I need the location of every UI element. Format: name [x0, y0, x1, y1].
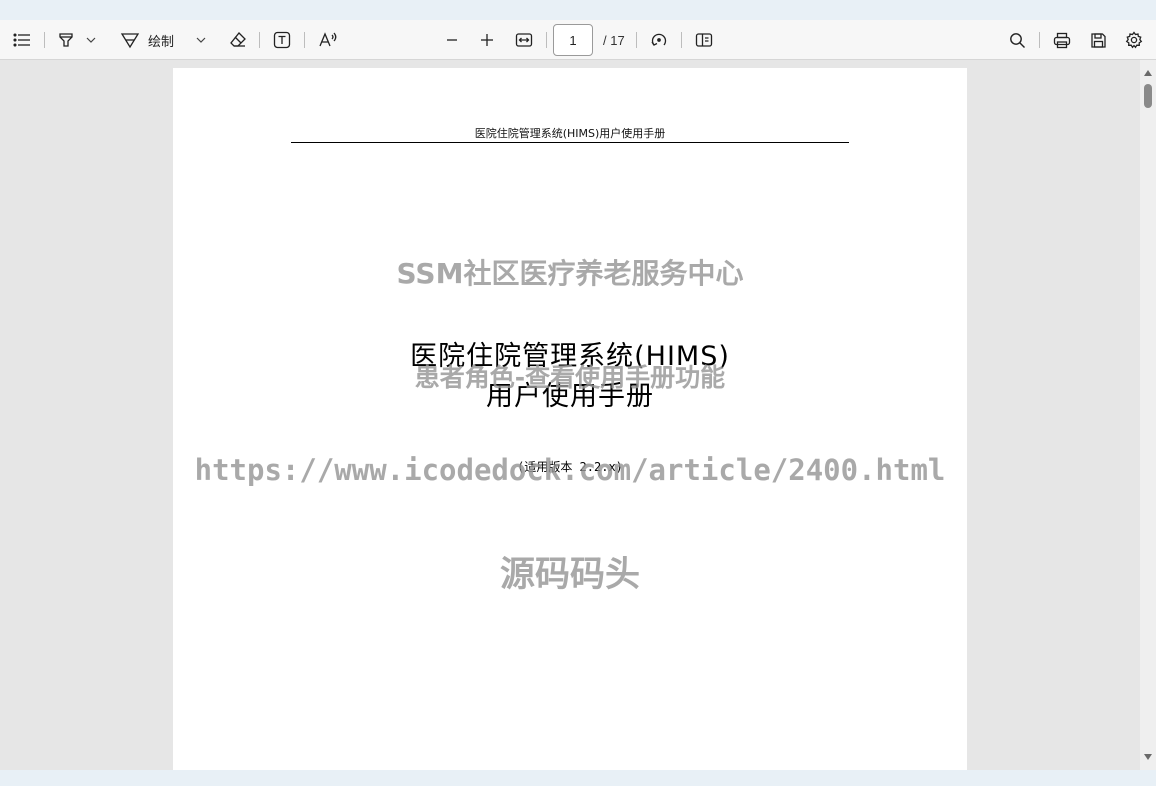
- running-header: 医院住院管理系统(HIMS)用户使用手册: [474, 127, 666, 140]
- contents-button[interactable]: [10, 26, 34, 54]
- scroll-thumb[interactable]: [1144, 84, 1152, 108]
- text-box-icon: [273, 31, 291, 49]
- printer-icon: [1053, 32, 1071, 49]
- page-total-label: / 17: [603, 33, 625, 48]
- highlight-options-dropdown[interactable]: [82, 26, 100, 54]
- header-rule: [291, 142, 849, 143]
- highlighter-icon: [57, 31, 75, 49]
- watermark-line: 源码码头: [499, 555, 640, 595]
- toolbar-separator: [259, 32, 260, 48]
- eraser-icon: [229, 31, 247, 49]
- toolbar-separator: [1039, 32, 1040, 48]
- minus-icon: [445, 33, 459, 47]
- chevron-down-icon: [86, 37, 96, 43]
- toolbar-separator: [304, 32, 305, 48]
- page-view-button[interactable]: [692, 26, 716, 54]
- read-aloud-button[interactable]: [316, 26, 340, 54]
- toolbar-separator: [546, 32, 547, 48]
- plus-icon: [480, 33, 494, 47]
- rotate-button[interactable]: [647, 26, 671, 54]
- draw-options-dropdown[interactable]: [192, 26, 210, 54]
- pdf-toolbar: 绘制 1 / 17: [0, 20, 1156, 60]
- draw-label: 绘制: [148, 34, 175, 50]
- scroll-up-arrow-icon[interactable]: [1144, 70, 1152, 76]
- print-button[interactable]: [1050, 26, 1074, 54]
- toolbar-separator: [44, 32, 45, 48]
- list-icon: [13, 33, 31, 47]
- toolbar-separator: [636, 32, 637, 48]
- watermark-line: SSM社区医疗养老服务中心: [396, 257, 744, 290]
- page-view-icon: [695, 32, 713, 48]
- page-number-input[interactable]: [553, 24, 593, 56]
- settings-button[interactable]: [1122, 26, 1146, 54]
- zoom-out-button[interactable]: [440, 26, 464, 54]
- search-icon: [1009, 32, 1026, 49]
- document-viewport[interactable]: 医院住院管理系统(HIMS)用户使用手册 医院住院管理系统(HIMS) 用户使用…: [0, 60, 1156, 770]
- search-button[interactable]: [1005, 26, 1029, 54]
- toolbar-separator: [681, 32, 682, 48]
- window-bottom-bar: [0, 770, 1156, 786]
- read-aloud-icon: [318, 31, 338, 49]
- add-text-button[interactable]: [270, 26, 294, 54]
- fit-width-icon: [515, 32, 533, 48]
- fit-to-width-button[interactable]: [512, 26, 536, 54]
- title-bar: [0, 0, 1156, 20]
- scroll-down-arrow-icon[interactable]: [1144, 754, 1152, 760]
- pdf-page: 医院住院管理系统(HIMS)用户使用手册 医院住院管理系统(HIMS) 用户使用…: [173, 68, 967, 770]
- draw-button[interactable]: 绘制: [120, 26, 190, 54]
- watermark-line: 患者角色-查看使用手册功能: [414, 363, 726, 392]
- watermark-url: https://www.icodedock.com/article/2400.h…: [194, 453, 946, 487]
- save-button[interactable]: [1086, 26, 1110, 54]
- zoom-in-button[interactable]: [475, 26, 499, 54]
- chevron-down-icon: [196, 37, 206, 43]
- rotate-icon: [650, 31, 668, 49]
- pen-icon: [120, 31, 140, 49]
- pdf-viewer-window: 绘制 1 / 17 医院住院管理系统(HIMS)用户使用手册 医院住院管理系统(…: [0, 0, 1156, 786]
- save-icon: [1090, 32, 1107, 49]
- gear-icon: [1125, 31, 1143, 49]
- highlight-button[interactable]: [54, 26, 78, 54]
- erase-button[interactable]: [226, 26, 250, 54]
- vertical-scrollbar[interactable]: [1140, 60, 1156, 770]
